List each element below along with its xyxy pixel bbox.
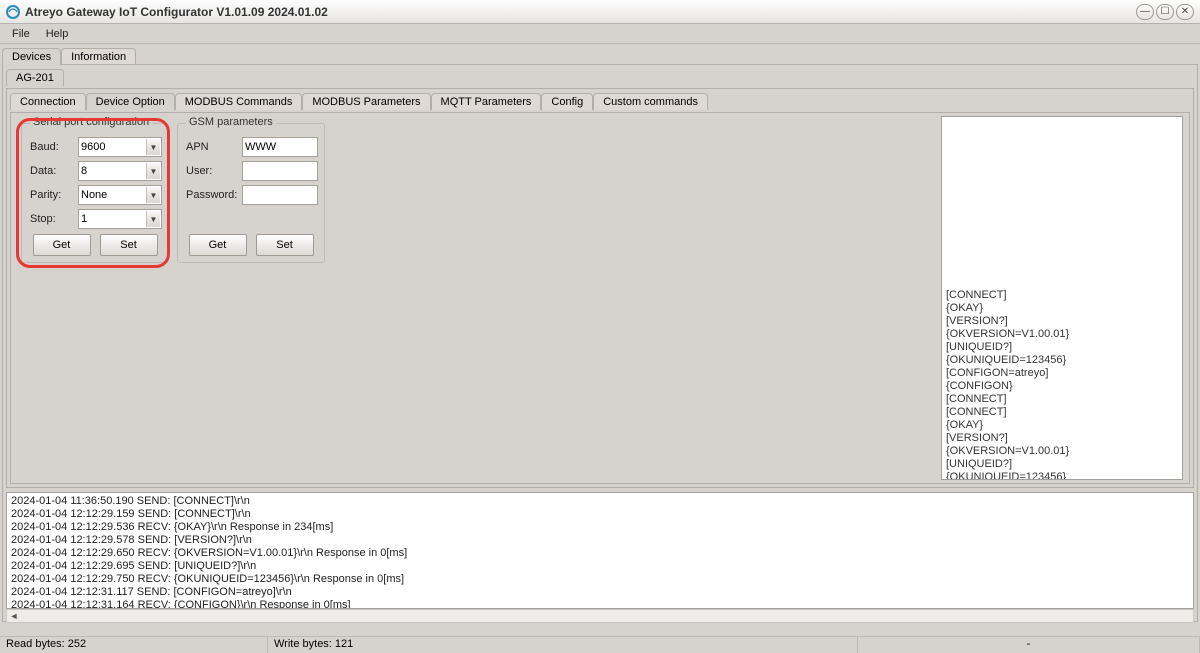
tab-config[interactable]: Config [541, 93, 593, 110]
tab-devices[interactable]: Devices [2, 48, 61, 65]
parity-label: Parity: [30, 189, 78, 201]
baud-combo[interactable]: 9600 ▼ [78, 137, 162, 157]
terminal-log-text: 2024-01-04 11:36:50.190 SEND: [CONNECT]\… [11, 495, 407, 609]
data-value: 8 [81, 165, 87, 177]
chevron-down-icon: ▼ [146, 211, 160, 227]
outer-tabstrip: Devices Information [0, 44, 1200, 64]
stop-label: Stop: [30, 213, 78, 225]
stop-value: 1 [81, 213, 87, 225]
config-area: Serial port configuration Baud: 9600 ▼ Da… [11, 113, 945, 483]
serial-groupbox: Serial port configuration Baud: 9600▼ Da… [21, 123, 169, 263]
data-combo[interactable]: 8▼ [78, 161, 162, 181]
status-read-bytes: Read bytes: 252 [0, 637, 268, 653]
tab-custom-commands[interactable]: Custom commands [593, 93, 708, 110]
minimize-button[interactable]: — [1136, 4, 1154, 20]
gsm-set-button[interactable]: Set [256, 234, 314, 256]
user-label: User: [186, 165, 242, 177]
log-scrollbar[interactable]: ◄ [6, 609, 1194, 623]
parity-combo[interactable]: None ▼ [78, 185, 162, 205]
scroll-left-icon: ◄ [7, 610, 21, 622]
outer-panel: AG-201 Connection Device Option MODBUS C… [2, 64, 1198, 622]
response-log-text: [CONNECT] {OKAY} [VERSION?] {OKVERSION=V… [946, 289, 1069, 480]
baud-value: 9600 [81, 141, 105, 153]
app-icon [6, 5, 20, 19]
tab-mqtt-parameters[interactable]: MQTT Parameters [431, 93, 542, 110]
parity-value: None [81, 189, 107, 201]
tab-ag201[interactable]: AG-201 [6, 69, 64, 86]
close-button[interactable]: ✕ [1176, 4, 1194, 20]
user-field[interactable] [242, 161, 318, 181]
baud-label: Baud: [30, 141, 78, 153]
menu-file[interactable]: File [4, 26, 38, 42]
status-write-bytes: Write bytes: 121 [268, 637, 858, 653]
status-bar: Read bytes: 252 Write bytes: 121 - [0, 636, 1200, 653]
gsm-get-button[interactable]: Get [189, 234, 247, 256]
serial-get-button[interactable]: Get [33, 234, 91, 256]
window-titlebar: Atreyo Gateway IoT Configurator V1.01.09… [0, 0, 1200, 24]
menubar: File Help [0, 24, 1200, 44]
maximize-button[interactable]: ☐ [1156, 4, 1174, 20]
tab-connection[interactable]: Connection [10, 93, 86, 110]
apn-field[interactable]: WWW [242, 137, 318, 157]
chevron-down-icon: ▼ [146, 163, 160, 179]
apn-value: WWW [245, 141, 276, 153]
stop-combo[interactable]: 1▼ [78, 209, 162, 229]
window-title: Atreyo Gateway IoT Configurator V1.01.09… [25, 5, 1136, 19]
serial-set-button[interactable]: Set [100, 234, 158, 256]
tab-information[interactable]: Information [61, 48, 136, 65]
tab-modbus-commands[interactable]: MODBUS Commands [175, 93, 303, 110]
device-option-panel: Serial port configuration Baud: 9600 ▼ Da… [10, 112, 1190, 484]
option-tabstrip: Connection Device Option MODBUS Commands… [7, 89, 1193, 109]
data-label: Data: [30, 165, 78, 177]
status-right: - [858, 637, 1200, 653]
chevron-down-icon: ▼ [146, 187, 160, 203]
response-log[interactable]: [CONNECT] {OKAY} [VERSION?] {OKVERSION=V… [941, 116, 1183, 480]
serial-legend: Serial port configuration [30, 116, 152, 128]
menu-help[interactable]: Help [38, 26, 77, 42]
chevron-down-icon: ▼ [146, 139, 160, 155]
apn-label: APN [186, 141, 242, 153]
inner-panel: Connection Device Option MODBUS Commands… [6, 88, 1194, 488]
device-tabstrip: AG-201 [3, 65, 1197, 85]
tab-device-option[interactable]: Device Option [86, 93, 175, 110]
gsm-groupbox: GSM parameters APN WWW User: Password: [177, 123, 325, 263]
terminal-log[interactable]: 2024-01-04 11:36:50.190 SEND: [CONNECT]\… [6, 492, 1194, 609]
password-label: Password: [186, 189, 242, 201]
password-field[interactable] [242, 185, 318, 205]
gsm-legend: GSM parameters [186, 116, 276, 128]
tab-modbus-parameters[interactable]: MODBUS Parameters [302, 93, 430, 110]
